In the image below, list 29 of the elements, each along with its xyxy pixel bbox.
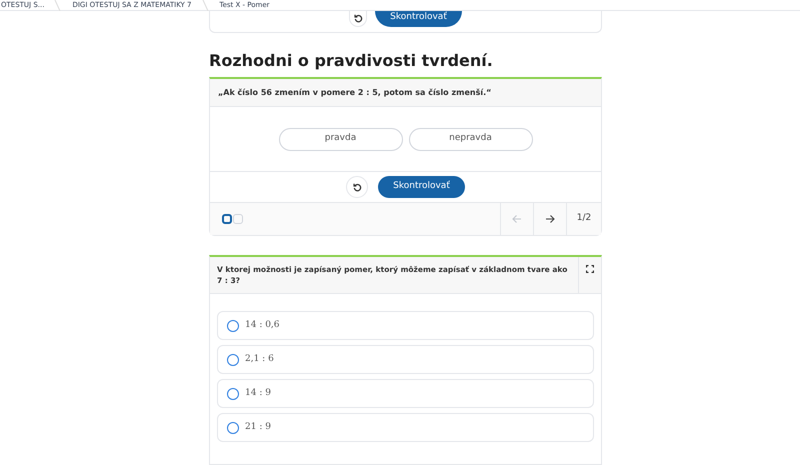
separator-icon [54,0,62,10]
option-label: 21 : 9 [245,420,271,434]
answer-option[interactable]: pravda [278,128,402,150]
reset-icon [354,14,362,23]
left-arrow-icon [512,214,522,224]
choice-option[interactable]: 14 : 0,6 [217,311,594,340]
separator-icon [202,0,210,10]
statement-text: „Ak číslo 56 zmením v pomere 2 : 5, potom sa číslo zmenší.“ [218,86,492,98]
option-label: 14 : 9 [245,386,271,400]
fullscreen-icon [586,265,594,273]
check-button[interactable]: Skontrolovať [375,11,462,27]
check-button[interactable]: Skontrolovať [378,176,465,198]
option-label: 2,1 : 6 [245,352,274,366]
choice-option[interactable]: 14 : 9 [217,379,594,408]
radio-button[interactable] [227,388,239,400]
radio-button[interactable] [227,354,239,366]
choice-option[interactable]: 2,1 : 6 [217,345,594,374]
section-title: Rozhodni o pravdivosti tvrdení. [209,51,494,71]
reset-icon [352,182,362,192]
answer-option[interactable]: nepravda [408,128,532,150]
reset-button[interactable] [346,176,368,198]
radio-button[interactable] [227,422,239,434]
right-arrow-icon [545,214,555,224]
choice-option[interactable]: 21 : 9 [217,413,594,442]
option-label: 14 : 0,6 [245,318,280,332]
page-counter: 1/2 [566,203,601,235]
page-indicator[interactable] [222,214,232,224]
radio-button[interactable] [227,320,239,332]
reset-button[interactable] [349,11,367,27]
